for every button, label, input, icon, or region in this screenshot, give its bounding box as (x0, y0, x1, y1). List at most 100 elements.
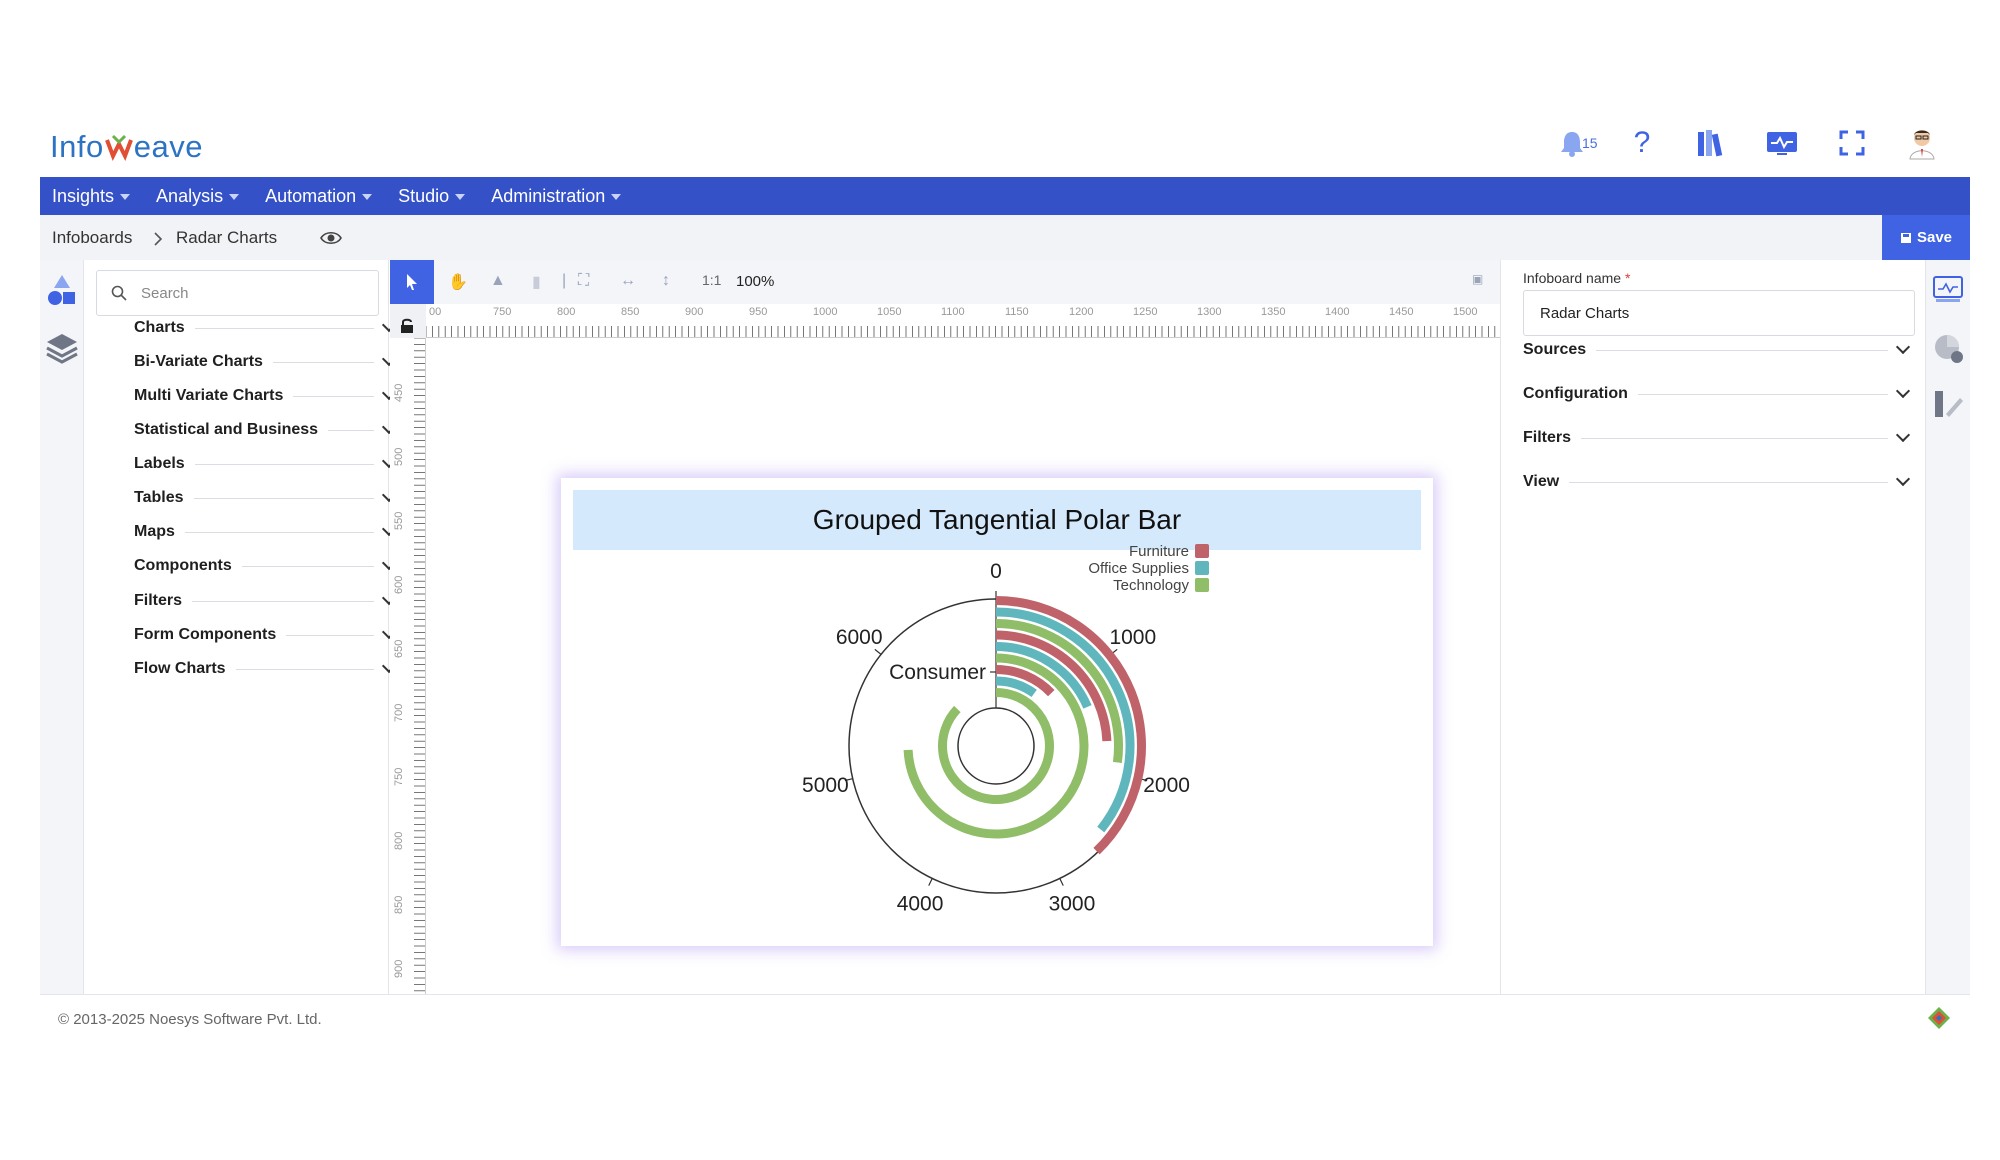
accordion-section[interactable]: Flow Charts (134, 657, 404, 681)
shapes-tool-icon[interactable]: ▲ (490, 272, 506, 290)
breadcrumb-current: Radar Charts (176, 228, 278, 247)
right-rail (1925, 260, 1970, 994)
accordion-section[interactable]: Statistical and Business (134, 418, 404, 442)
divider (272, 361, 374, 363)
angular-tick-label: 0 (990, 560, 1002, 583)
nav-automation[interactable]: Automation (265, 186, 373, 207)
accordion-section[interactable]: Multi Variate Charts (134, 384, 404, 408)
divider (293, 395, 374, 397)
divider (1569, 481, 1888, 483)
fullscreen-button[interactable] (1834, 125, 1870, 161)
monitor-button[interactable] (1764, 125, 1800, 161)
logo[interactable]: Info eave (50, 127, 203, 167)
property-section[interactable]: Configuration (1523, 382, 1918, 406)
property-section[interactable]: View (1523, 470, 1918, 494)
widget-panel: Search Charts Bi-Variate Charts Multi Vari… (84, 260, 397, 994)
section-label: Sources (1523, 341, 1587, 358)
cursor-icon (407, 274, 417, 290)
app-root: Info eave 15 ? Insights Analysis Automat… (40, 115, 1970, 1040)
legend-swatch (1195, 561, 1209, 575)
ruler-label: 750 (393, 768, 405, 786)
infoboard-name-input[interactable]: Radar Charts (1523, 290, 1915, 336)
footer: © 2013-2025 Noesys Software Pvt. Ltd. (40, 994, 1970, 1040)
help-button[interactable]: ? (1624, 125, 1660, 161)
library-button[interactable] (1694, 125, 1730, 161)
canvas-toolbar: ✋ ▲ ▮ | ⛶ ↔ ↕ 1:1 100% ▣ (390, 260, 1500, 304)
name-label-text: Infoboard name (1523, 270, 1622, 286)
accordion-section[interactable]: Form Components (134, 623, 404, 647)
section-label: Filters (1523, 429, 1572, 446)
accordion-section[interactable]: Labels (134, 452, 404, 476)
shapes-icon[interactable] (44, 272, 80, 308)
divider (184, 531, 374, 533)
accordion-section[interactable]: Filters (134, 589, 404, 613)
fit-width-icon[interactable]: ↔ (620, 272, 636, 290)
chart-widget[interactable]: Grouped Tangential Polar Bar 0 1000 2000 30… (561, 478, 1433, 946)
search-input[interactable]: Search (96, 270, 379, 316)
accordion-section[interactable]: Charts (134, 316, 404, 340)
vertical-ruler: 450 500 550 600 650 700 750 800 850 900 (390, 338, 426, 994)
section-label: Bi-Variate Charts (134, 353, 263, 370)
section-label: Statistical and Business (134, 421, 319, 438)
eye-icon[interactable] (320, 229, 342, 247)
accordion-section[interactable]: Bi-Variate Charts (134, 350, 404, 374)
angular-tick-label: 4000 (897, 893, 944, 916)
accordion-section[interactable]: Components (134, 554, 404, 578)
divider (241, 565, 374, 567)
top-bar: Info eave 15 ? (40, 115, 1970, 177)
legend-label: Office Supplies (1088, 560, 1189, 577)
divider (1637, 393, 1888, 395)
ruler-label: 900 (393, 960, 405, 978)
nav-administration[interactable]: Administration (491, 185, 622, 207)
ruler-label: 600 (393, 576, 405, 594)
accordion-section[interactable]: Maps (134, 520, 404, 544)
actual-size-button[interactable]: 1:1 (702, 272, 721, 288)
section-label: Charts (134, 319, 185, 336)
notification-button[interactable]: 15 (1554, 125, 1598, 161)
polar-inner-circle (957, 707, 1035, 785)
ruler-label: 450 (393, 384, 405, 402)
property-section[interactable]: Sources (1523, 338, 1918, 362)
divider (328, 429, 374, 431)
ruler-label: 00 (429, 306, 441, 318)
fit-height-icon[interactable]: ↕ (662, 272, 670, 290)
property-section[interactable]: Filters (1523, 426, 1918, 450)
pan-tool-icon[interactable]: ✋ (448, 272, 468, 292)
select-tool-button[interactable] (390, 260, 434, 304)
ruler-label: 800 (557, 306, 575, 318)
ruler-ticks: 450 500 550 600 650 700 750 800 850 900 (393, 338, 425, 992)
nav-label: Insights (52, 185, 115, 206)
ruler-label: 700 (393, 704, 405, 722)
divider (192, 600, 374, 602)
search-placeholder: Search (141, 284, 189, 302)
top-icons: 15 ? (1554, 125, 1940, 161)
dashboard-settings-icon[interactable] (1932, 274, 1966, 304)
lock-icon[interactable] (400, 318, 414, 334)
delete-icon[interactable]: ▮ (532, 272, 541, 292)
nav-analysis[interactable]: Analysis (156, 185, 240, 207)
ruler-label: 650 (393, 640, 405, 658)
breadcrumb-root[interactable]: Infoboards (52, 228, 132, 248)
chevron-down-icon (1895, 383, 1911, 399)
divider (194, 463, 374, 465)
style-settings-icon[interactable] (1932, 388, 1966, 422)
user-avatar[interactable] (1904, 125, 1940, 161)
canvas-stage: Grouped Tangential Polar Bar 0 1000 2000 30… (426, 338, 1500, 994)
save-button[interactable]: Save (1882, 215, 1970, 260)
ruler-label: 1000 (813, 306, 837, 318)
nav-label: Administration (491, 185, 606, 206)
ruler-label: 1250 (1133, 306, 1157, 318)
nav-insights[interactable]: Insights (52, 185, 131, 207)
chart-settings-icon[interactable] (1932, 332, 1966, 366)
fit-icon[interactable]: ⛶ (578, 272, 589, 290)
help-small-icon[interactable]: ▣ (1472, 272, 1483, 286)
accordion-section[interactable]: Tables (134, 486, 404, 510)
layers-icon[interactable] (44, 330, 80, 366)
ruler-label: 1150 (1005, 306, 1029, 318)
nav-label: Analysis (156, 185, 224, 206)
caret-down-icon (120, 194, 131, 200)
section-label: Labels (134, 455, 185, 472)
divider (194, 327, 374, 329)
required-mark: * (1624, 270, 1631, 286)
nav-studio[interactable]: Studio (398, 186, 466, 207)
